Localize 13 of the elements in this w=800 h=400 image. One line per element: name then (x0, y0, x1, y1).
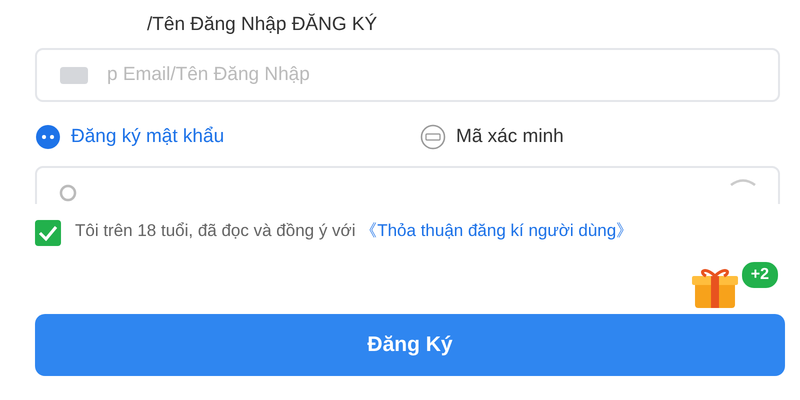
gift-icon (690, 266, 740, 310)
bonus-badge: +2 (740, 260, 780, 290)
number-icon (420, 124, 446, 150)
password-field[interactable] (35, 166, 780, 204)
dots-icon (35, 124, 61, 150)
agree-checkbox[interactable] (35, 220, 61, 246)
mode-tab[interactable]: Đăng ký mật khẩu (35, 120, 420, 154)
mode-tab[interactable]: Mã xác minh (420, 120, 564, 154)
field-label: /Tên Đăng Nhập ĐĂNG KÝ (147, 14, 378, 36)
register-button[interactable]: Đăng Ký (35, 314, 785, 376)
agreement-text: Tôi trên 18 tuổi, đã đọc và đồng ý với 《Thỏa thuận đăng kí người dùng》 (75, 220, 634, 242)
account-field[interactable]: p Email/Tên Đăng Nhập (35, 48, 780, 102)
terms-link[interactable]: 《Thỏa thuận đăng kí người dùng》 (360, 221, 634, 240)
